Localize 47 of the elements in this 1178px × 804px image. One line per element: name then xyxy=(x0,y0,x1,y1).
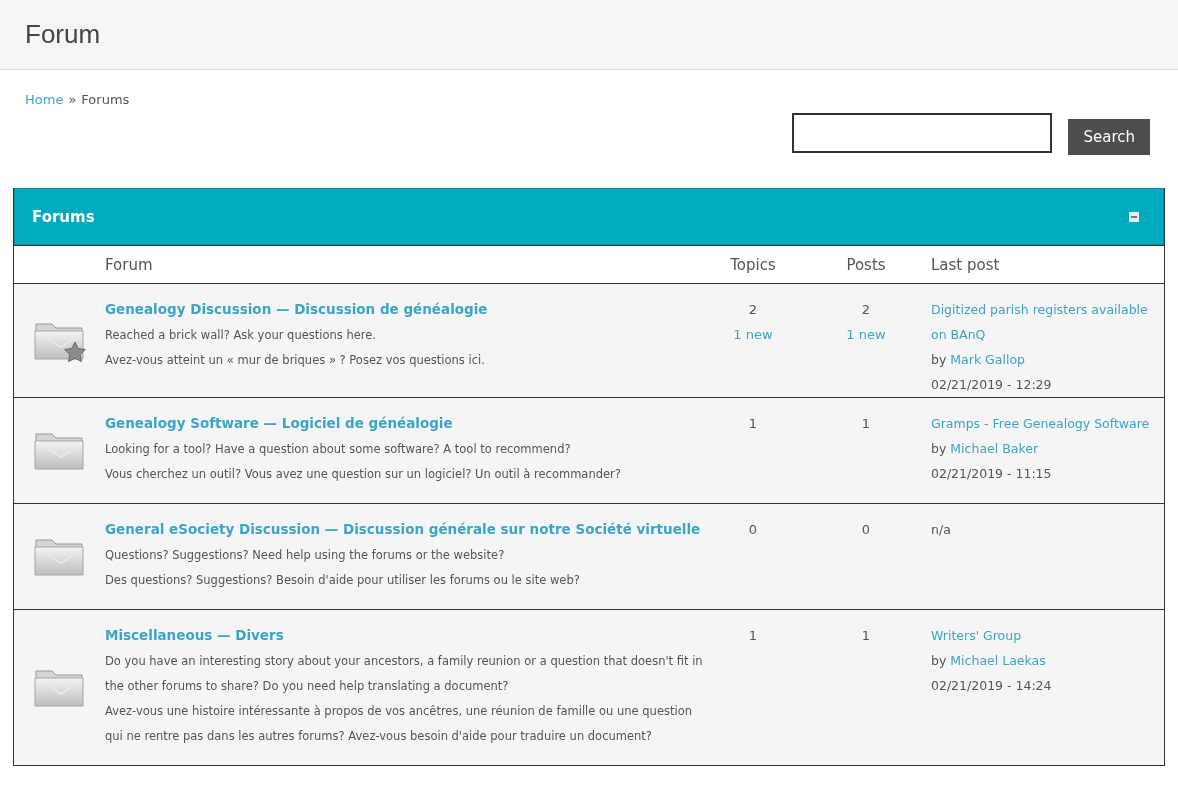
author-line: by Michael Baker xyxy=(931,440,1040,458)
author-link[interactable]: Michael Laekas xyxy=(950,653,1046,668)
post-date: 02/21/2019 - 14:24 xyxy=(931,677,1053,695)
last-post-link[interactable]: Digitized parish registers available on BAnQ xyxy=(931,297,1160,347)
breadcrumb-current: Forums xyxy=(81,92,130,107)
forum-description: Looking for a tool? Have a question about some software? A tool to recommend? xyxy=(105,441,572,458)
forum-title-link[interactable]: Genealogy Discussion — Discussion de généalogie xyxy=(105,301,488,317)
forum-description: Vous cherchez un outil? Vous avez une question sur un logiciel? Un outil à recommander? xyxy=(105,466,622,483)
collapse-icon[interactable] xyxy=(1129,211,1139,222)
forum-description: Des questions? Suggestions? Besoin d'aide pour utiliser les forums ou le site web? xyxy=(105,572,581,589)
page-title: Forum xyxy=(25,19,101,50)
no-post-text: n/a xyxy=(931,522,951,537)
topic-count: 2 xyxy=(748,301,758,319)
column-header: Posts xyxy=(846,255,886,274)
new-topics-link[interactable]: 1 new xyxy=(733,322,773,347)
forum-description: Do you have an interesting story about your ancestors, a family reunion or a question that doesn't fit in the other forums to share? Do you need help translating a document? xyxy=(105,653,704,695)
post-count: 2 xyxy=(861,301,871,319)
column-header: Topics xyxy=(730,255,776,274)
author-link[interactable]: Michael Baker xyxy=(950,441,1039,456)
column-header: Forum xyxy=(105,255,153,274)
panel-title: Forums xyxy=(32,207,95,226)
search-button[interactable]: Search xyxy=(1068,119,1150,155)
post-date: 02/21/2019 - 11:15 xyxy=(931,465,1053,483)
forum-title-link[interactable]: General eSociety Discussion — Discussion générale sur notre Société virtuelle xyxy=(105,521,701,537)
forum-description: Avez-vous atteint un « mur de briques » ? Posez vos questions ici. xyxy=(105,352,486,369)
author-line: by Michael Laekas xyxy=(931,652,1047,670)
post-count: 0 xyxy=(861,521,871,539)
forum-description: Reached a brick wall? Ask your questions here. xyxy=(105,327,377,344)
forum-description: Questions? Suggestions? Need help using the forums or the website? xyxy=(105,547,506,564)
topic-count: 1 xyxy=(748,415,758,433)
column-header: Last post xyxy=(931,255,1000,274)
forum-title-link[interactable]: Miscellaneous — Divers xyxy=(105,627,284,643)
post-count: 1 xyxy=(861,415,871,433)
post-date: 02/21/2019 - 12:29 xyxy=(931,376,1053,394)
forum-description: Avez-vous une histoire intéressante à propos de vos ancêtres, une réunion de famille ou une question qui ne rentre pas dans les autres forums? Avez-vous besoin d'aide pour traduire un document? xyxy=(105,703,693,745)
forum-title-link[interactable]: Genealogy Software — Logiciel de généalogie xyxy=(105,415,453,431)
topic-count: 1 xyxy=(748,627,758,645)
last-post-link[interactable]: Writers' Group xyxy=(931,623,1160,648)
author-line: by Mark Gallop xyxy=(931,351,1026,369)
post-count: 1 xyxy=(861,627,871,645)
topic-count: 0 xyxy=(748,521,758,539)
new-posts-link[interactable]: 1 new xyxy=(846,322,886,347)
author-link[interactable]: Mark Gallop xyxy=(950,352,1025,367)
last-post-link[interactable]: Gramps - Free Genealogy Software xyxy=(931,411,1160,436)
breadcrumb-separator: » xyxy=(68,92,77,107)
breadcrumb-link[interactable]: Home xyxy=(25,92,64,107)
search-field[interactable] xyxy=(792,113,1053,153)
